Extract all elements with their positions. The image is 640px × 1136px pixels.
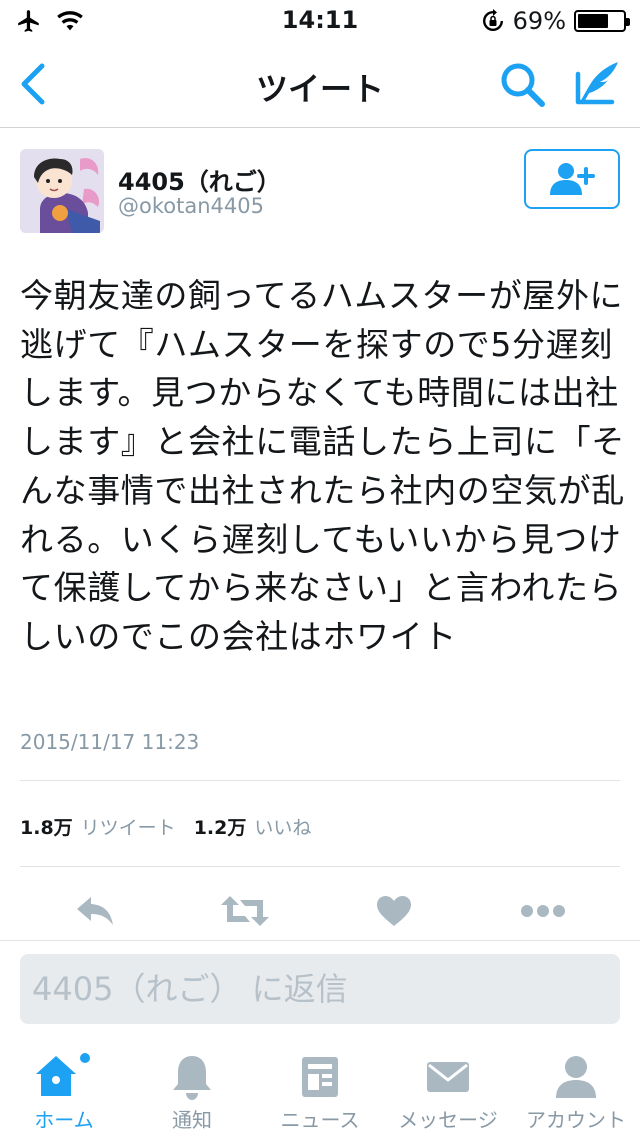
retweet-icon [221,896,269,926]
tab-label: ホーム [34,1108,94,1132]
more-button[interactable] [519,890,567,932]
retweet-button[interactable] [219,890,271,932]
status-bar: 14:11 69% [0,0,640,40]
tweet-text: 今朝友達の飼ってるハムスターが屋外に逃げて『ハムスターを探すので5分遅刻します。… [20,276,625,656]
tab-label: 通知 [172,1108,212,1132]
reply-button[interactable] [71,890,119,932]
bell-icon [173,1056,211,1100]
user-handle[interactable]: @okotan4405 [118,194,264,218]
retweet-label[interactable]: リツイート [81,813,176,840]
follow-button[interactable] [524,149,620,209]
person-icon [556,1056,596,1098]
retweet-count[interactable]: 1.8万 [20,813,73,840]
search-icon [501,63,545,107]
tab-bar: ホーム 通知 ニュース メッセージ アカウント [0,1040,640,1136]
battery-percent: 69% [512,7,566,35]
like-button[interactable] [370,890,418,932]
tweet-stats: 1.8万 リツイート 1.2万 いいね [20,813,329,840]
tab-account[interactable]: アカウント [512,1040,640,1136]
status-right: 69% [481,7,630,35]
tab-label: メッセージ [398,1108,498,1132]
battery-level [578,14,608,28]
battery-icon [574,10,630,32]
compose-icon [575,62,618,105]
tab-home[interactable]: ホーム [0,1040,128,1136]
envelope-icon [427,1062,469,1092]
tab-notifications[interactable]: 通知 [128,1040,256,1136]
add-user-icon [550,163,595,195]
divider [20,780,620,781]
heart-icon [377,896,411,926]
divider [20,866,620,867]
avatar[interactable] [20,149,104,233]
more-icon [521,905,565,917]
reply-icon [77,897,113,925]
tab-messages[interactable]: メッセージ [384,1040,512,1136]
user-name[interactable]: 4405（れご） [118,162,281,197]
divider [0,940,640,941]
compose-button[interactable] [572,58,622,110]
nav-bar: ツイート [0,40,640,128]
tab-label: ニュース [280,1108,360,1132]
like-label[interactable]: いいね [254,813,311,840]
home-icon [36,1053,90,1096]
reply-input[interactable] [20,954,620,1024]
tab-news[interactable]: ニュース [256,1040,384,1136]
news-icon [302,1057,338,1097]
rotation-lock-icon [482,9,503,31]
like-count[interactable]: 1.2万 [194,813,247,840]
search-button[interactable] [498,60,548,110]
avatar-image [20,149,104,233]
tweet-timestamp: 2015/11/17 11:23 [20,730,200,754]
tab-label: アカウント [526,1108,626,1132]
